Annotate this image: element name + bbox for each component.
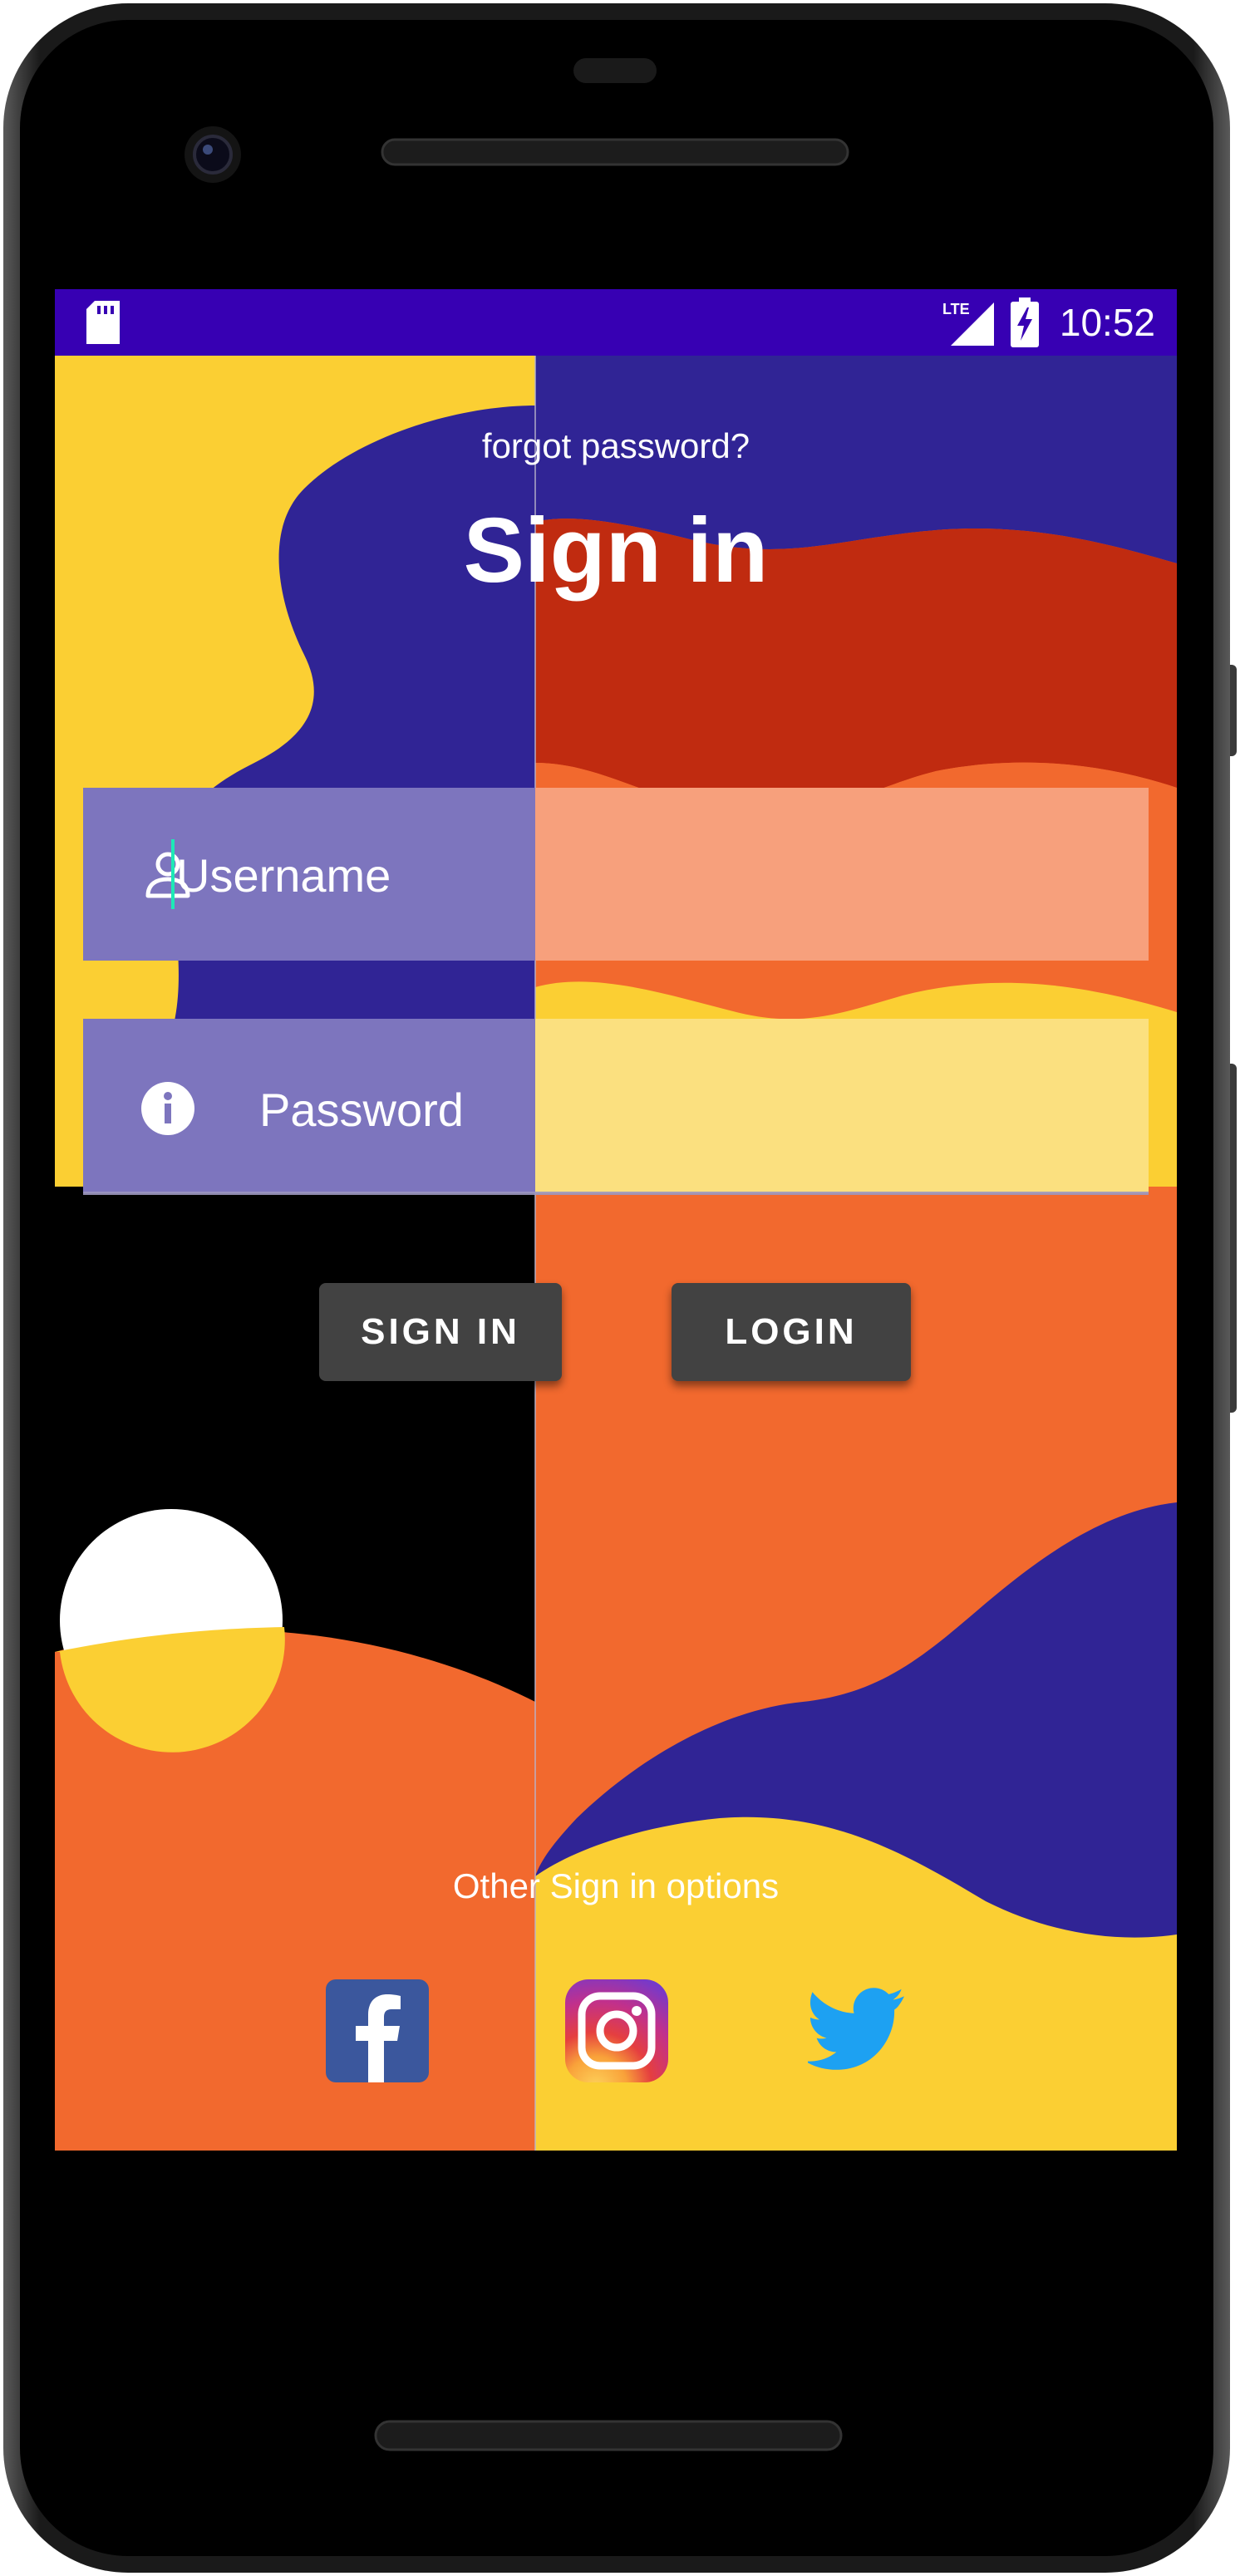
page-title: Sign in	[463, 499, 769, 602]
password-input[interactable]	[258, 1067, 1009, 1152]
username-field[interactable]	[83, 788, 1149, 961]
instagram-icon[interactable]	[565, 1979, 668, 2082]
lte-label: LTE	[942, 301, 970, 317]
sd-card-icon	[86, 301, 120, 344]
login-button[interactable]: LOGIN	[672, 1283, 911, 1381]
twitter-icon[interactable]	[808, 1979, 911, 2082]
facebook-icon[interactable]	[326, 1979, 429, 2082]
login-screen: forgot password? Sign in SIGN IN LOGIN O	[55, 356, 1177, 2151]
lte-signal-icon: LTE	[941, 301, 994, 346]
battery-charging-icon	[1011, 297, 1039, 347]
password-field[interactable]	[83, 1019, 1149, 1192]
screen: LTE 10:52 forgot password? Sign in Usern…	[55, 289, 1177, 2151]
forgot-password-link[interactable]: forgot password?	[55, 422, 1177, 470]
status-bar: LTE 10:52	[55, 289, 1177, 356]
sign-in-button[interactable]: SIGN IN	[319, 1283, 562, 1381]
status-time: 10:52	[1059, 301, 1155, 344]
other-sign-in-label: Other Sign in options	[452, 1866, 780, 1905]
username-input[interactable]	[175, 833, 926, 917]
info-icon	[141, 1082, 194, 1135]
